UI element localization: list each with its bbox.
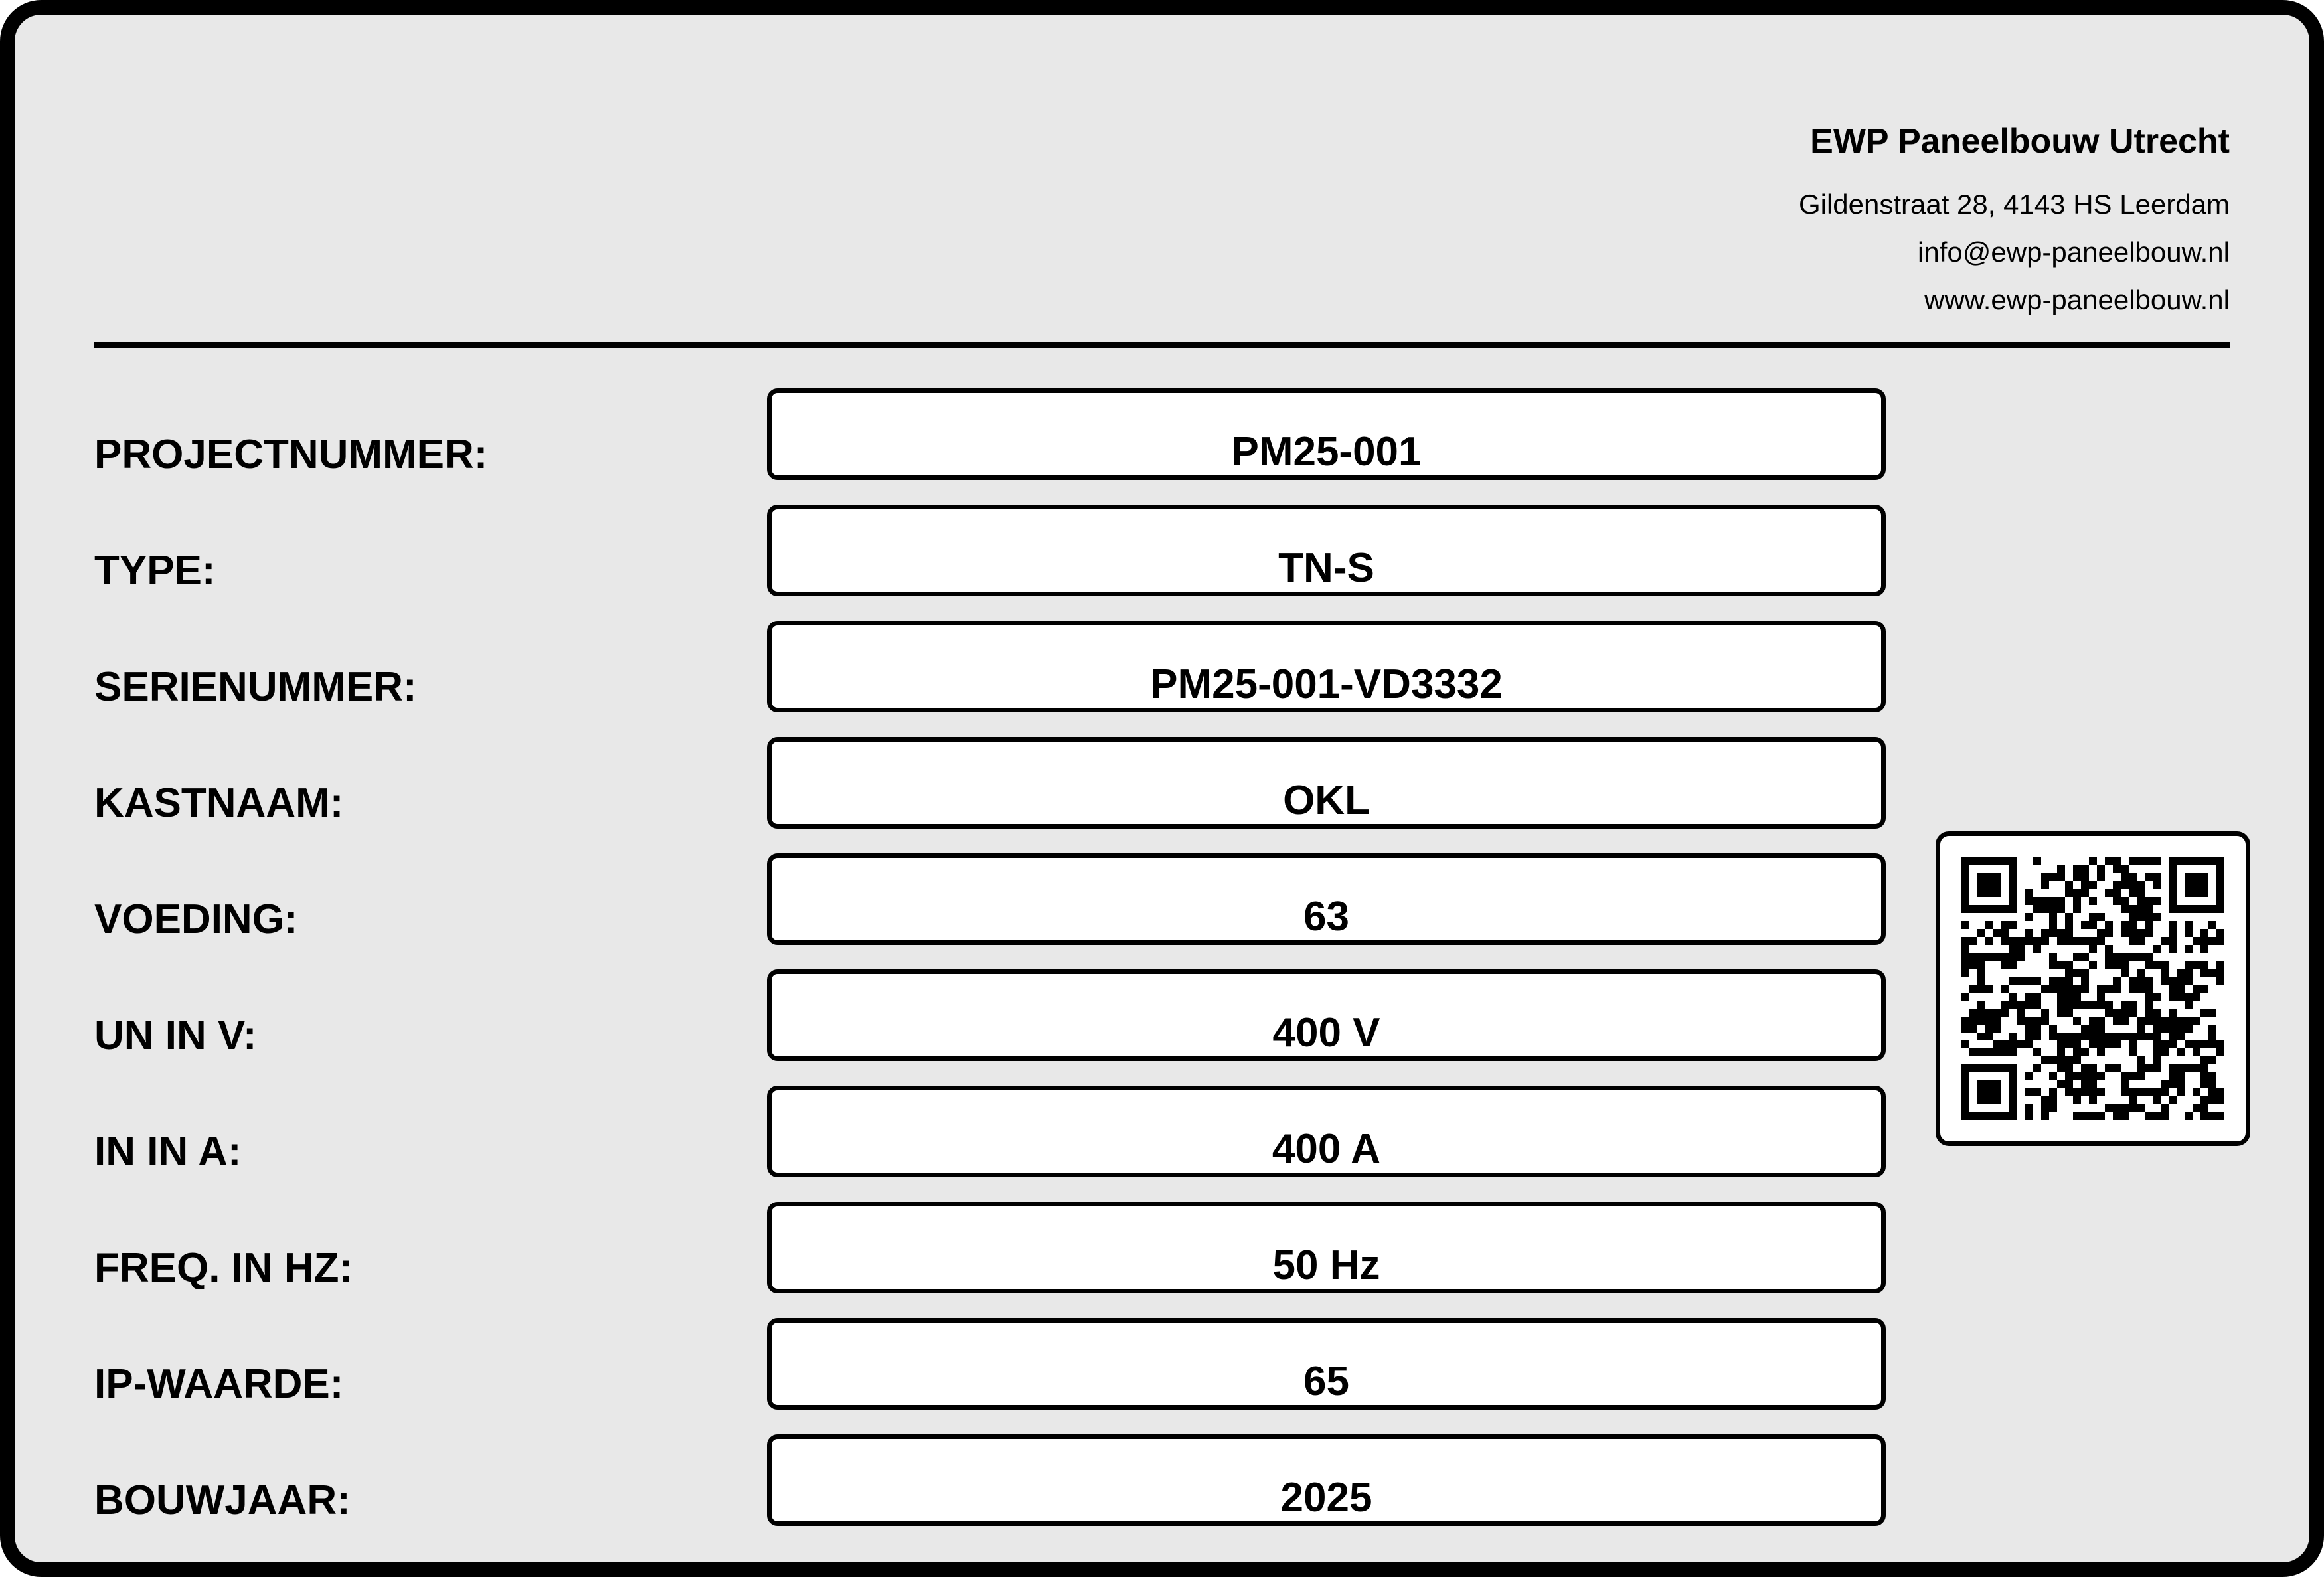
field-label: IP-WAARDE: (94, 1361, 344, 1407)
field-value-box: PM25-001-VD3332 (767, 621, 1886, 712)
field-value: 2025 (1280, 1475, 1372, 1521)
company-info: EWP Paneelbouw Utrecht Gildenstraat 28, … (1799, 121, 2230, 324)
field-label: KASTNAAM: (94, 780, 344, 826)
field-label: SERIENUMMER: (94, 664, 417, 710)
field-row-freq-in-hz: FREQ. IN HZ: 50 Hz (15, 1202, 2324, 1295)
field-value: 400 A (1272, 1126, 1381, 1172)
field-row-projectnummer: PROJECTNUMMER: PM25-001 (15, 388, 2324, 481)
field-value-box: 2025 (767, 1434, 1886, 1526)
field-value: PM25-001-VD3332 (1150, 661, 1503, 707)
company-website: www.ewp-paneelbouw.nl (1924, 284, 2230, 315)
field-value-box: TN-S (767, 505, 1886, 596)
field-row-type: TYPE: TN-S (15, 505, 2324, 598)
field-value: 400 V (1272, 1010, 1380, 1056)
field-value-box: 400 V (767, 969, 1886, 1061)
qr-code-frame (1936, 831, 2250, 1146)
field-value-box: 65 (767, 1318, 1886, 1410)
header-divider (94, 342, 2230, 348)
company-name: EWP Paneelbouw Utrecht (1810, 122, 2230, 161)
field-value-box: 400 A (767, 1086, 1886, 1177)
company-address: Gildenstraat 28, 4143 HS Leerdam (1798, 189, 2230, 220)
field-value-box: 63 (767, 853, 1886, 945)
field-value: 63 (1303, 894, 1349, 940)
field-label: IN IN A: (94, 1129, 242, 1175)
field-value: PM25-001 (1231, 429, 1422, 475)
field-row-ip-waarde: IP-WAARDE: 65 (15, 1318, 2324, 1411)
field-value-box: 50 Hz (767, 1202, 1886, 1293)
field-row-kastnaam: KASTNAAM: OKL (15, 737, 2324, 830)
field-label: TYPE: (94, 548, 216, 594)
qr-code-icon (1961, 857, 2224, 1120)
company-email: info@ewp-paneelbouw.nl (1918, 236, 2230, 268)
field-value-box: OKL (767, 737, 1886, 829)
field-label: BOUWJAAR: (94, 1477, 351, 1523)
field-value: OKL (1283, 778, 1370, 823)
field-value: 65 (1303, 1359, 1349, 1404)
field-label: PROJECTNUMMER: (94, 432, 488, 477)
field-value: 50 Hz (1272, 1242, 1380, 1288)
field-row-serienummer: SERIENUMMER: PM25-001-VD3332 (15, 621, 2324, 714)
field-label: FREQ. IN HZ: (94, 1245, 353, 1291)
field-value: TN-S (1278, 545, 1374, 591)
field-label: UN IN V: (94, 1013, 257, 1058)
field-label: VOEDING: (94, 896, 298, 942)
field-row-bouwjaar: BOUWJAAR: 2025 (15, 1434, 2324, 1527)
type-plate: EWP Paneelbouw Utrecht Gildenstraat 28, … (0, 0, 2324, 1577)
field-value-box: PM25-001 (767, 388, 1886, 480)
